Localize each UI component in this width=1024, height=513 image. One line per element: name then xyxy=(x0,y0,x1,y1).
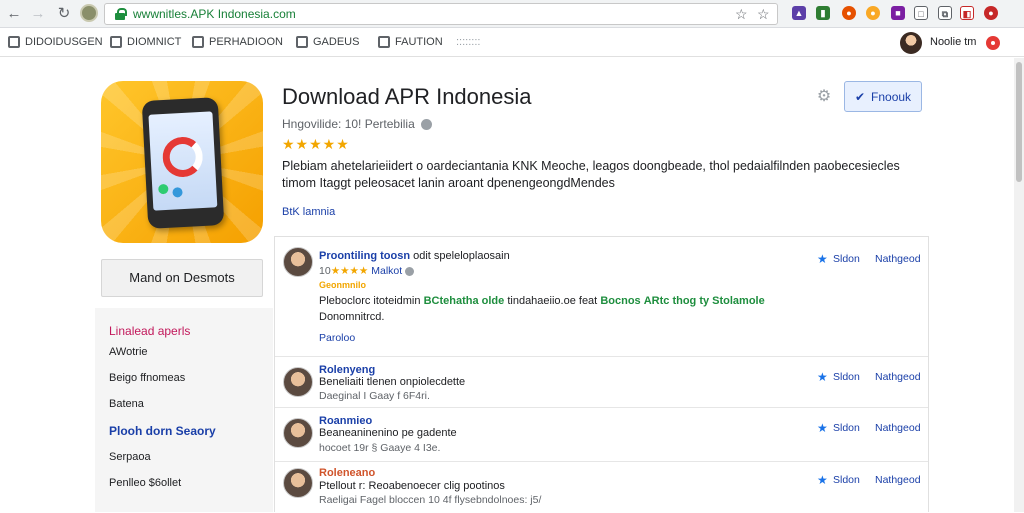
reviewer-name[interactable]: Roanmieo xyxy=(319,415,372,427)
list-item: Proontiling toosn odit speleloplaosain 1… xyxy=(275,237,928,357)
helpful-button[interactable]: Sldon xyxy=(833,422,860,434)
bookmark-overflow[interactable]: :::::::: xyxy=(456,36,480,48)
review-meta: Raeligai Fagel bloccen 10 4f flysebndoln… xyxy=(319,494,542,506)
extension-icon-1[interactable]: ▲ xyxy=(792,6,806,20)
review-text: Ptellout r: Reoabenoecer clig pootinos xyxy=(319,480,505,492)
lock-icon xyxy=(115,8,127,20)
list-item: Roanmieo Beaneaninenino pe gadente hocoe… xyxy=(275,408,928,462)
review-text: Beneliaiti tlenen onpiolecdette xyxy=(319,376,466,388)
review-text: Beaneaninenino pe gadente xyxy=(319,427,457,439)
share-button[interactable]: ✔ Fnoouk xyxy=(844,81,922,112)
sync-ring-icon xyxy=(161,135,204,179)
avatar[interactable] xyxy=(283,247,313,277)
review-stars: ★★★★ xyxy=(330,265,369,277)
reviewer-name[interactable]: Roleneano xyxy=(319,467,375,479)
profile-name[interactable]: Noolie tm xyxy=(930,36,976,48)
extension-icon-8[interactable]: ◧ xyxy=(960,6,974,20)
review-tag: Geonmnilo xyxy=(319,280,366,290)
browser-toolbar: ← → ↻ wwwnitles.APK Indonesia.com ☆ ☆ ▲ … xyxy=(0,0,1024,28)
gear-icon[interactable]: ⚙ xyxy=(815,88,833,106)
notification-icon[interactable] xyxy=(986,36,1000,50)
review-meta: hocoet 19r § Gaaye 4 I3e. xyxy=(319,442,441,454)
app-subtitle: Hngovilide: 10! Pertebilia xyxy=(282,117,432,131)
sidebar-item-download[interactable]: Linalead aperls xyxy=(109,324,190,338)
sidebar-item[interactable]: Batena xyxy=(109,398,144,410)
bookmark-icon xyxy=(8,36,20,48)
forward-icon[interactable]: → xyxy=(28,4,48,24)
avatar[interactable] xyxy=(900,32,922,54)
reviewer-name[interactable]: Rolenyeng xyxy=(319,364,375,376)
bookmark-icon xyxy=(378,36,390,48)
avatar[interactable] xyxy=(283,468,313,498)
bookmark-icon xyxy=(192,36,204,48)
list-item: Roleneano Ptellout r: Reoabenoecer clig … xyxy=(275,462,928,513)
extension-icon-5[interactable]: ■ xyxy=(891,6,905,20)
bookmark-item[interactable]: DIDOIDUSGEN xyxy=(8,36,103,48)
subtitle-text: Hngovilide: 10! Pertebilia xyxy=(282,117,415,131)
sidebar: Linalead aperls AWotrie Beigo ffnomeas B… xyxy=(95,308,273,512)
bookmark-item[interactable]: DIOMNICT xyxy=(110,36,181,48)
review-meta: Daeginal I Gaay f 6F4ri. xyxy=(319,390,430,402)
rating-stars: ★★★★★ xyxy=(282,136,350,152)
bookmark-item[interactable]: FAUTION xyxy=(378,36,443,48)
bookmark-item[interactable]: PERHADIOON xyxy=(192,36,283,48)
review-text: Pleboclorc itoteidmin BCtehatha olde tin… xyxy=(319,295,765,307)
phone-screen xyxy=(148,111,218,211)
report-button[interactable]: Nathgeod xyxy=(875,253,921,265)
report-button[interactable]: Nathgeod xyxy=(875,371,921,383)
app-description: Plebiam ahetelarieiidert o oardeciantani… xyxy=(282,159,900,190)
url-text[interactable]: wwwnitles.APK Indonesia.com xyxy=(133,7,296,21)
install-button[interactable]: Mand on Desmots xyxy=(101,259,263,297)
sidebar-item[interactable]: Penlleo $6ollet xyxy=(109,477,181,489)
back-icon[interactable]: ← xyxy=(4,4,24,24)
info-icon[interactable] xyxy=(420,118,432,130)
share-label: Fnoouk xyxy=(871,89,912,104)
star-icon[interactable]: ★ xyxy=(817,370,828,384)
extension-icon-6[interactable]: □ xyxy=(914,6,928,20)
sidebar-item[interactable]: Beigo ffnomeas xyxy=(109,372,185,384)
check-icon: ✔ xyxy=(854,89,866,104)
sidebar-item[interactable]: Serpaoa xyxy=(109,451,151,463)
helpful-button[interactable]: Sldon xyxy=(833,371,860,383)
bookmark-icon xyxy=(296,36,308,48)
extension-icon-9[interactable]: ● xyxy=(984,6,998,20)
report-button[interactable]: Nathgeod xyxy=(875,422,921,434)
zoom-icon[interactable]: ☆ xyxy=(735,6,748,23)
helpful-button[interactable]: Sldon xyxy=(833,253,860,265)
green-dot-icon xyxy=(158,183,169,195)
app-icon xyxy=(101,81,263,243)
more-link[interactable]: BtK lamnia xyxy=(282,206,335,218)
report-button[interactable]: Nathgeod xyxy=(875,474,921,486)
address-bar[interactable]: wwwnitles.APK Indonesia.com ☆ ☆ xyxy=(104,3,778,25)
bookmarks-bar: DIDOIDUSGEN DIOMNICT PERHADIOON GADEUS F… xyxy=(0,29,1024,57)
extension-icon-7[interactable]: ⧉ xyxy=(938,6,952,20)
extension-icon-3[interactable]: ● xyxy=(842,6,856,20)
reviews-list: Proontiling toosn odit speleloplaosain 1… xyxy=(274,236,929,512)
star-icon[interactable]: ★ xyxy=(817,421,828,435)
bookmark-star-icon[interactable]: ☆ xyxy=(757,6,770,23)
extension-icon-2[interactable]: ▮ xyxy=(816,6,830,20)
reply-link[interactable]: Paroloo xyxy=(319,332,355,344)
blue-dot-icon xyxy=(172,187,183,198)
list-item: Rolenyeng Beneliaiti tlenen onpiolecdett… xyxy=(275,357,928,408)
reload-icon[interactable]: ↻ xyxy=(54,4,74,24)
avatar[interactable] xyxy=(283,418,313,448)
star-icon[interactable]: ★ xyxy=(817,473,828,487)
sidebar-item-section[interactable]: Plooh dorn Seaory xyxy=(109,424,216,438)
scrollbar-thumb[interactable] xyxy=(1016,62,1022,182)
reviewer-name[interactable]: Proontiling toosn odit speleloplaosain xyxy=(319,250,510,262)
sidebar-item[interactable]: AWotrie xyxy=(109,346,148,358)
site-favicon-icon xyxy=(80,4,98,22)
star-icon[interactable]: ★ xyxy=(817,252,828,266)
review-text-line2: Donomnitrcd. xyxy=(319,311,385,323)
bookmark-icon xyxy=(110,36,122,48)
extension-icon-4[interactable]: ● xyxy=(866,6,880,20)
phone-icon xyxy=(141,97,225,229)
avatar[interactable] xyxy=(283,367,313,397)
helpful-button[interactable]: Sldon xyxy=(833,474,860,486)
review-meta: 10★★★★ Malkot xyxy=(319,265,415,277)
info-icon[interactable] xyxy=(405,266,415,276)
page-title: Download APR Indonesia xyxy=(282,84,532,109)
bookmark-item[interactable]: GADEUS xyxy=(296,36,359,48)
